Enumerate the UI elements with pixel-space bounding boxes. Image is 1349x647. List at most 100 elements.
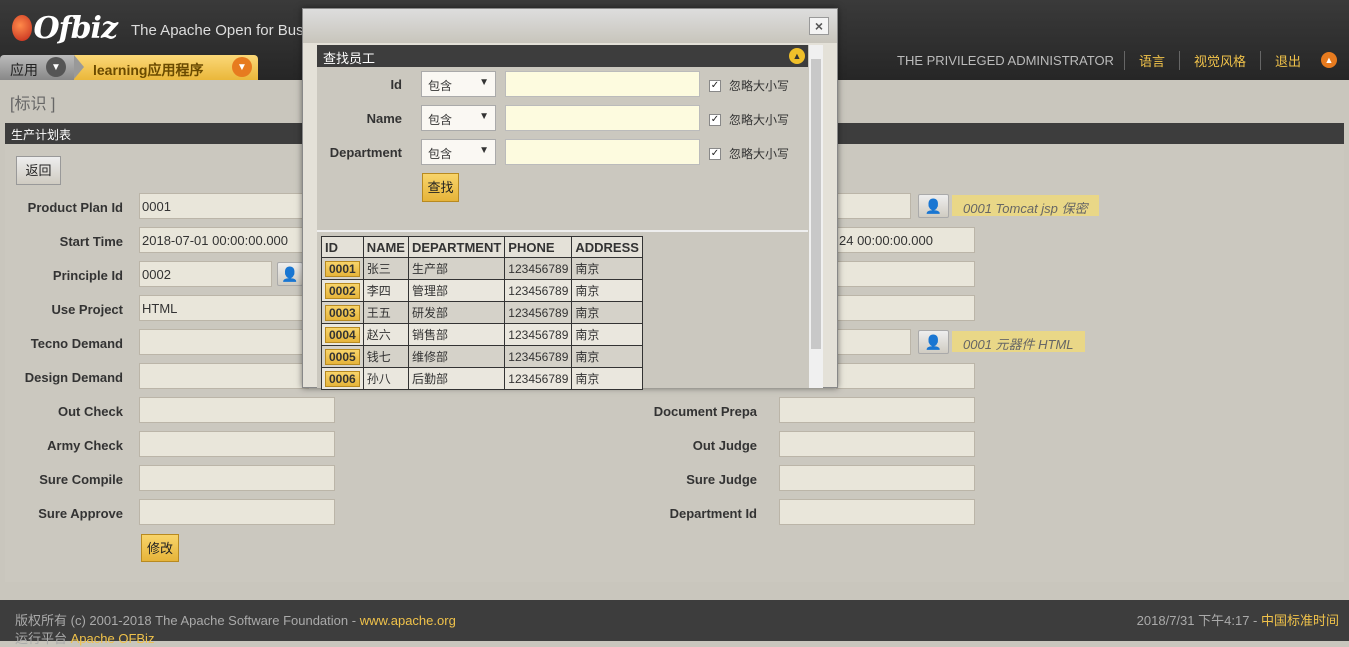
- name-operator-select[interactable]: 包含 ▼: [421, 105, 496, 131]
- right-partial-input[interactable]: [836, 193, 911, 219]
- start-time-input[interactable]: 2018-07-01 00:00:00.000: [139, 227, 309, 253]
- ignore-case-checkbox[interactable]: ✓ 忽略大小写: [709, 145, 789, 162]
- column-header[interactable]: NAME: [362, 236, 409, 258]
- column-header[interactable]: ADDRESS: [571, 236, 643, 258]
- filter-label: Id: [390, 77, 402, 92]
- cell-department: 销售部: [407, 323, 506, 346]
- operator-value: 包含: [428, 113, 453, 127]
- logo-text: Ofbiz: [33, 10, 118, 46]
- footer: 版权所有 (c) 2001-2018 The Apache Software F…: [0, 600, 1349, 646]
- select-id-button[interactable]: 0001: [325, 260, 360, 277]
- runtime-info: 运行平台 Apache OFBiz: [15, 628, 154, 647]
- dialog-section-header: 查找员工 ▲: [317, 45, 808, 67]
- chevron-down-icon[interactable]: ▼: [46, 57, 66, 77]
- modify-button[interactable]: 修改: [141, 534, 179, 562]
- chevron-down-icon[interactable]: ▼: [232, 57, 252, 77]
- field-label: Department Id: [669, 506, 757, 521]
- department-operator-select[interactable]: 包含 ▼: [421, 139, 496, 165]
- visual-theme-link[interactable]: 视觉风格: [1178, 50, 1260, 70]
- column-header[interactable]: PHONE: [504, 236, 573, 258]
- use-project-input[interactable]: HTML: [139, 295, 309, 321]
- cell-name: 钱七: [362, 345, 409, 368]
- scrollbar-thumb[interactable]: [811, 59, 821, 349]
- product-plan-id-input[interactable]: 0001: [139, 193, 309, 219]
- cell-department: 生产部: [407, 257, 506, 280]
- close-icon[interactable]: ×: [809, 17, 829, 35]
- field-label: Out Check: [57, 404, 123, 419]
- right-partial-input[interactable]: [836, 295, 975, 321]
- department-id-input[interactable]: [779, 499, 975, 525]
- lookup-description: 0001 元器件 HTML: [952, 331, 1085, 352]
- ignore-case-checkbox[interactable]: ✓ 忽略大小写: [709, 77, 789, 94]
- collapse-up-icon[interactable]: ▲: [1321, 52, 1337, 68]
- field-label: Tecno Demand: [30, 336, 123, 351]
- app-menu-tab[interactable]: 应用 ▼: [0, 55, 74, 80]
- sure-approve-input[interactable]: [139, 499, 335, 525]
- ofbiz-logo[interactable]: Ofbiz: [12, 8, 118, 48]
- logout-link[interactable]: 退出: [1259, 50, 1315, 70]
- right-partial-input[interactable]: [836, 329, 911, 355]
- name-search-input[interactable]: [505, 105, 700, 131]
- collapse-up-icon[interactable]: ▲: [789, 48, 805, 64]
- back-button[interactable]: 返回: [16, 156, 61, 185]
- select-id-button[interactable]: 0002: [325, 282, 360, 299]
- app-menu-label: 应用: [10, 62, 38, 78]
- cell-phone: 123456789: [504, 257, 573, 280]
- lookup-description: 0001 Tomcat jsp 保密: [952, 195, 1099, 216]
- table-row: 0004 赵六 销售部 123456789 南京: [321, 323, 643, 346]
- learning-app-tab[interactable]: learning应用程序 ▼: [74, 55, 258, 80]
- dialog-titlebar[interactable]: [303, 9, 837, 43]
- cell-department: 管理部: [407, 279, 506, 302]
- id-search-input[interactable]: [505, 71, 700, 97]
- column-header[interactable]: ID: [321, 236, 364, 258]
- cell-address: 南京: [571, 345, 643, 368]
- checkbox-checked-icon[interactable]: ✓: [709, 79, 721, 92]
- design-demand-input[interactable]: [139, 363, 309, 389]
- ofbiz-link[interactable]: Apache OFBiz: [71, 631, 155, 646]
- checkbox-checked-icon[interactable]: ✓: [709, 147, 721, 160]
- select-id-button[interactable]: 0006: [325, 370, 360, 387]
- language-link[interactable]: 语言: [1123, 50, 1179, 70]
- right-partial-input[interactable]: [836, 363, 975, 389]
- tecno-demand-input[interactable]: [139, 329, 309, 355]
- department-search-input[interactable]: [505, 139, 700, 165]
- timezone-text: 中国标准时间: [1260, 613, 1339, 628]
- caret-down-icon: ▼: [479, 77, 489, 88]
- search-button[interactable]: 查找: [422, 173, 459, 202]
- table-row: 0003 王五 研发部 123456789 南京: [321, 301, 643, 324]
- cell-address: 南京: [571, 367, 643, 390]
- principle-id-input[interactable]: 0002: [139, 261, 272, 287]
- apache-link[interactable]: www.apache.org: [360, 613, 456, 628]
- end-time-input[interactable]: 24 00:00:00.000: [836, 227, 975, 253]
- ignore-case-checkbox[interactable]: ✓ 忽略大小写: [709, 111, 789, 128]
- cell-name: 赵六: [362, 323, 409, 346]
- cell-department: 研发部: [407, 301, 506, 324]
- select-id-button[interactable]: 0005: [325, 348, 360, 365]
- out-check-input[interactable]: [139, 397, 335, 423]
- field-label: Design Demand: [24, 370, 123, 385]
- person-lookup-icon[interactable]: 👤: [918, 330, 949, 354]
- copyright-text: 版权所有 (c) 2001-2018 The Apache Software F…: [15, 613, 360, 628]
- dialog-title: 查找员工: [323, 51, 376, 66]
- logo-mark-icon: [12, 15, 32, 41]
- document-prepa-input[interactable]: [779, 397, 975, 423]
- select-id-button[interactable]: 0003: [325, 304, 360, 321]
- runtime-text: 运行平台: [15, 631, 71, 646]
- dialog-scrollbar[interactable]: [809, 45, 823, 388]
- select-id-button[interactable]: 0004: [325, 326, 360, 343]
- out-judge-input[interactable]: [779, 431, 975, 457]
- column-header[interactable]: DEPARTMENT: [407, 236, 506, 258]
- sure-compile-input[interactable]: [139, 465, 335, 491]
- sure-judge-input[interactable]: [779, 465, 975, 491]
- checkbox-checked-icon[interactable]: ✓: [709, 113, 721, 126]
- id-operator-select[interactable]: 包含 ▼: [421, 71, 496, 97]
- right-partial-input[interactable]: [836, 261, 975, 287]
- cell-address: 南京: [571, 323, 643, 346]
- breadcrumb: [标识 ]: [10, 96, 56, 113]
- person-lookup-icon[interactable]: 👤: [918, 194, 949, 218]
- field-label: Sure Approve: [38, 506, 123, 521]
- army-check-input[interactable]: [139, 431, 335, 457]
- field-label: Sure Judge: [686, 472, 757, 487]
- field-label: Principle Id: [52, 268, 123, 283]
- person-lookup-icon[interactable]: 👤: [277, 262, 303, 286]
